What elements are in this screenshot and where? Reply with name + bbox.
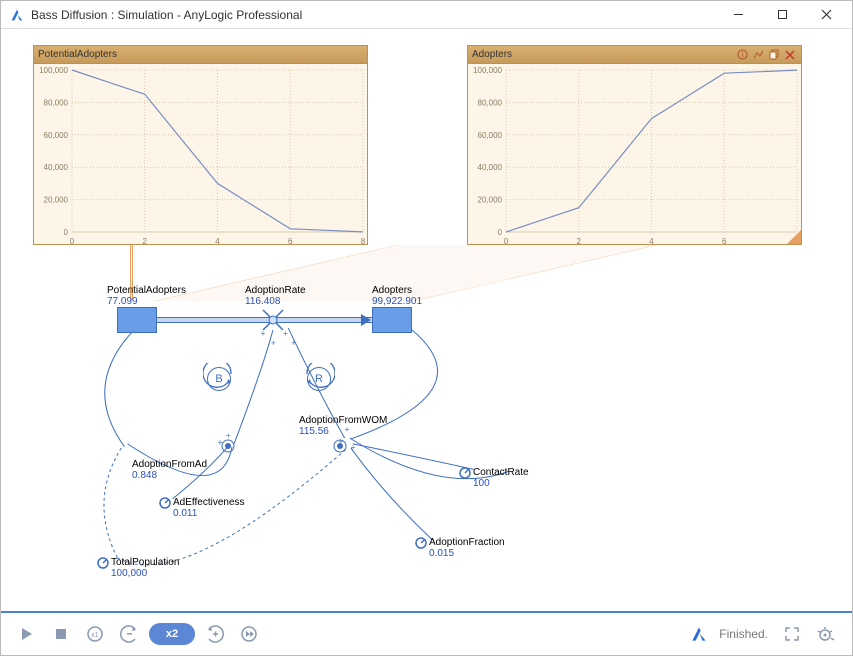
stop-button[interactable]	[47, 620, 75, 648]
svg-text:6: 6	[722, 237, 727, 246]
param-contact-label: ContactRate	[473, 467, 529, 478]
play-button[interactable]	[13, 620, 41, 648]
svg-text:2: 2	[143, 237, 148, 246]
loop-b-arrow-icon	[203, 363, 235, 395]
svg-text:60,000: 60,000	[478, 131, 503, 140]
aux-fromad-label: AdoptionFromAd	[132, 459, 207, 470]
close-icon[interactable]	[783, 48, 797, 62]
close-button[interactable]	[804, 1, 848, 29]
svg-text:+: +	[271, 339, 276, 348]
param-icon[interactable]	[415, 537, 427, 549]
svg-text:80,000: 80,000	[44, 98, 69, 107]
fast-forward-button[interactable]	[235, 620, 263, 648]
speed-indicator[interactable]: x2	[149, 623, 195, 645]
stock-adopters[interactable]	[372, 307, 412, 333]
stock-adopters-label: Adopters	[372, 285, 412, 296]
svg-text:80,000: 80,000	[478, 98, 503, 107]
svg-text:8: 8	[361, 237, 366, 246]
stock-potential-value: 77.099	[107, 296, 138, 307]
svg-text:0: 0	[498, 228, 503, 237]
speed-reset-button[interactable]: x1	[81, 620, 109, 648]
svg-text:60,000: 60,000	[44, 131, 69, 140]
svg-text:x1: x1	[91, 632, 99, 639]
fullscreen-button[interactable]	[778, 620, 806, 648]
param-fraction-value: 0.015	[429, 548, 454, 559]
anylogic-logo-icon	[689, 624, 709, 644]
playback-toolbar: x1 x2 Finished.	[1, 611, 852, 655]
svg-text:20,000: 20,000	[44, 196, 69, 205]
svg-text:4: 4	[215, 237, 220, 246]
stock-potential-label: PotentialAdopters	[107, 285, 186, 296]
svg-text:0: 0	[70, 237, 75, 246]
flow-value: 116.408	[245, 296, 280, 307]
param-total-value: 100,000	[111, 568, 147, 579]
copy-icon[interactable]	[767, 48, 781, 62]
param-total-label: TotalPopulation	[111, 557, 179, 568]
param-icon[interactable]	[97, 557, 109, 569]
param-icon[interactable]	[459, 467, 471, 479]
maximize-button[interactable]	[760, 1, 804, 29]
svg-text:100,000: 100,000	[473, 66, 502, 75]
simulation-status: Finished.	[719, 627, 768, 641]
resize-handle[interactable]	[787, 230, 801, 244]
aux-fromad-value: 0.848	[132, 470, 157, 481]
param-adeff-value: 0.011	[173, 508, 197, 519]
flow-label: AdoptionRate	[245, 285, 306, 296]
titlebar: Bass Diffusion : Simulation - AnyLogic P…	[1, 1, 852, 29]
stock-flow-diagram: ++ ++ ++ +++ PotentialAdopters77.099 Ado…	[17, 275, 836, 599]
app-logo-icon	[9, 7, 25, 23]
aux-node-icon[interactable]	[221, 439, 235, 453]
svg-text:40,000: 40,000	[478, 163, 503, 172]
simulation-canvas: PotentialAdopters 0 20,000 40,000 60,000 80,0…	[1, 29, 852, 611]
stock-potential[interactable]	[117, 307, 157, 333]
svg-text:20,000: 20,000	[478, 196, 503, 205]
stock-adopters-value: 99,922.901	[372, 296, 422, 307]
valve-icon	[262, 309, 284, 331]
svg-text:40,000: 40,000	[44, 163, 69, 172]
svg-text:0: 0	[64, 228, 69, 237]
loop-r-arrow-icon	[303, 363, 335, 395]
line-edit-icon[interactable]	[751, 48, 765, 62]
chart-adopters[interactable]: Adopters 0 20,000 40,000 60,000 80,000 100,000…	[467, 45, 802, 245]
svg-text:+: +	[351, 443, 356, 452]
svg-text:+: +	[291, 339, 296, 348]
settings-button[interactable]	[812, 620, 840, 648]
flow-arrow-icon	[361, 314, 371, 326]
info-icon[interactable]	[735, 48, 749, 62]
svg-text:6: 6	[288, 237, 293, 246]
svg-text:100,000: 100,000	[39, 66, 68, 75]
slow-down-button[interactable]	[115, 620, 143, 648]
aux-fromwom-label: AdoptionFromWOM	[299, 415, 387, 426]
speed-up-button[interactable]	[201, 620, 229, 648]
window-title: Bass Diffusion : Simulation - AnyLogic P…	[31, 8, 716, 22]
chart-title: PotentialAdopters	[38, 49, 117, 60]
param-adeff-label: AdEffectiveness	[173, 497, 245, 508]
param-fraction-label: AdoptionFraction	[429, 537, 505, 548]
aux-node-icon[interactable]	[333, 439, 347, 453]
param-contact-value: 100	[473, 478, 490, 489]
chart-title: Adopters	[472, 49, 512, 60]
aux-fromwom-value: 115.56	[299, 426, 329, 437]
minimize-button[interactable]	[716, 1, 760, 29]
chart-potentialadopters[interactable]: PotentialAdopters 0 20,000 40,000 60,000 80,0…	[33, 45, 368, 245]
param-icon[interactable]	[159, 497, 171, 509]
